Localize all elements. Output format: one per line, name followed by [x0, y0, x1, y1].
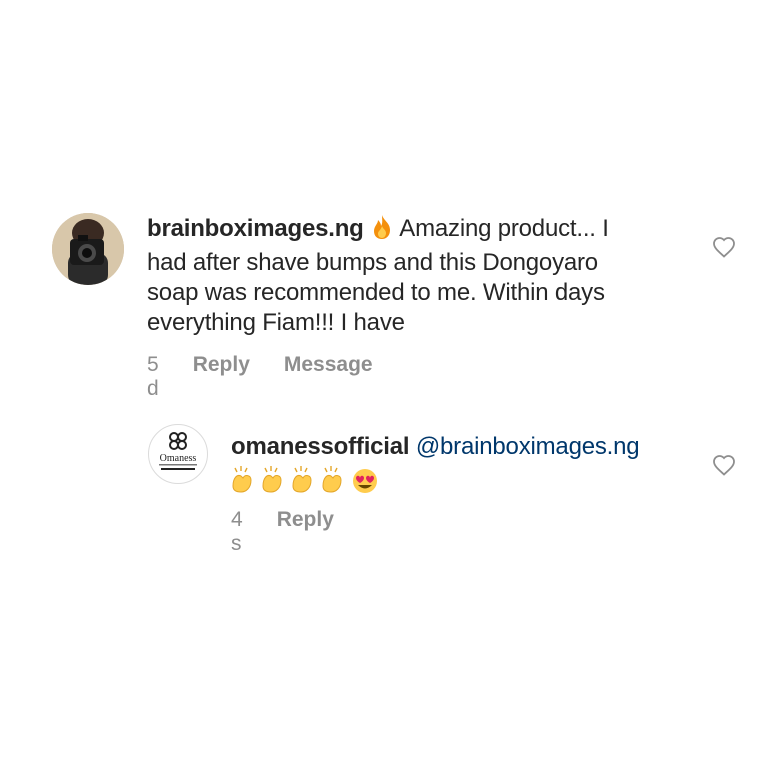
heart-outline-icon[interactable] [712, 454, 736, 476]
comment-line: had after shave bumps and this Dongoyaro [147, 249, 598, 276]
clapping-hands-heart-eyes [232, 466, 377, 493]
mention-link[interactable]: @brainboximages.ng [416, 433, 640, 460]
comment-text: brainboximages.ng Amazing product... I h… [147, 214, 707, 338]
heart-outline-icon[interactable] [712, 236, 736, 258]
brand-name: Omaness [160, 453, 197, 464]
username[interactable]: brainboximages.ng [147, 215, 364, 242]
comment-meta: 5 d Reply Message [147, 353, 373, 401]
comment-meta: 4 s Reply [231, 508, 334, 556]
timestamp: 5 d [147, 353, 159, 400]
reply-button[interactable]: Reply [193, 353, 250, 401]
reply-button[interactable]: Reply [277, 508, 334, 556]
camera-photo-avatar-icon [52, 213, 124, 285]
comment-text: omanessofficial @brainboximages.ng [231, 432, 701, 494]
comment-line: everything Fiam!!! I have [147, 309, 405, 336]
comment-line: soap was recommended to me. Within days [147, 279, 605, 306]
message-button[interactable]: Message [284, 353, 373, 401]
emoji-row [231, 464, 701, 494]
fire-icon [370, 214, 394, 248]
omaness-logo: Omaness [159, 432, 197, 470]
timestamp: 4 s [231, 508, 243, 555]
username[interactable]: omanessofficial [231, 433, 410, 460]
avatar[interactable] [52, 213, 124, 285]
avatar[interactable]: Omaness [148, 424, 208, 484]
comment-line: Amazing product... I [399, 215, 609, 242]
